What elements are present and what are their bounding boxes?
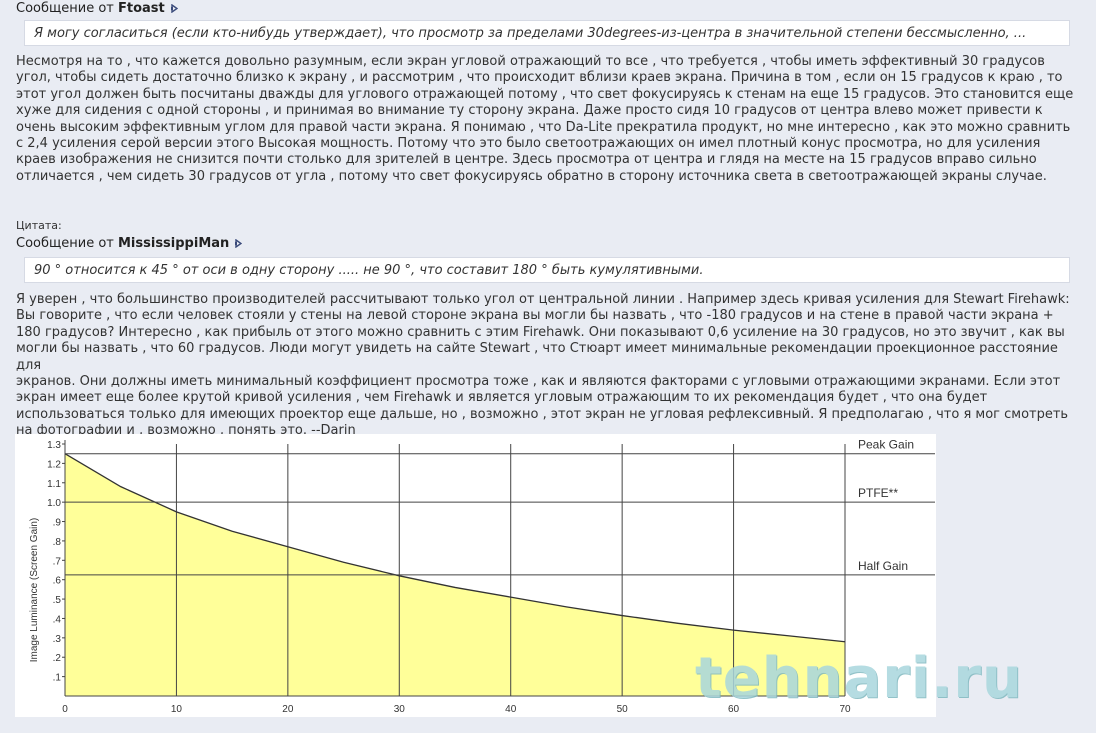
y-tick-label: 1.2 [47, 459, 61, 470]
x-tick-label: 50 [617, 704, 629, 715]
quote-box: 90 ° относится к 45 ° от оси в одну стор… [24, 257, 1070, 283]
x-tick-label: 10 [171, 704, 183, 715]
post-body: Несмотря на то , что кажется довольно ра… [16, 54, 1074, 184]
x-tick-label: 0 [62, 704, 68, 715]
quote-author[interactable]: Ftoast [118, 1, 165, 16]
y-tick-label: .3 [53, 634, 62, 645]
reference-line-label: Peak Gain [858, 438, 914, 452]
y-tick-label: .9 [53, 518, 62, 529]
y-tick-label: .2 [53, 653, 62, 664]
reference-line-label: PTFE** [858, 486, 898, 500]
view-post-icon[interactable] [170, 4, 178, 13]
forum-post-area: Сообщение от Ftoast Я могу согласиться (… [0, 0, 1096, 733]
quote-author-line: Сообщение от MississippiMan [16, 236, 243, 251]
y-tick-label: 1.0 [47, 498, 61, 509]
y-tick-label: .8 [53, 537, 62, 548]
y-tick-label: .7 [53, 556, 62, 567]
y-tick-label: .1 [53, 673, 62, 684]
quote-author[interactable]: MississippiMan [118, 236, 229, 251]
reference-line-label: Half Gain [858, 559, 908, 573]
quote-author-line: Сообщение от Ftoast [16, 1, 178, 16]
watermark: tehnari.ru [695, 646, 1023, 711]
quote-box: Я могу согласиться (если кто-нибудь утве… [24, 20, 1070, 46]
y-axis-label: Image Luminance (Screen Gain) [29, 518, 40, 663]
x-tick-label: 30 [394, 704, 406, 715]
quote-prefix: Сообщение от [16, 236, 114, 251]
post-body: Я уверен , что большинство производителе… [16, 292, 1070, 439]
quote-text: 90 ° относится к 45 ° от оси в одну стор… [34, 263, 704, 278]
y-tick-label: .5 [53, 595, 62, 606]
quote-prefix: Сообщение от [16, 1, 114, 16]
quote-text: Я могу согласиться (если кто-нибудь утве… [34, 26, 1027, 41]
x-tick-label: 20 [282, 704, 294, 715]
view-post-icon[interactable] [235, 239, 243, 248]
y-tick-label: 1.3 [47, 440, 61, 451]
y-tick-label: 1.1 [47, 479, 61, 490]
y-tick-label: .4 [53, 614, 62, 625]
x-tick-label: 40 [505, 704, 517, 715]
y-tick-label: .6 [53, 576, 62, 587]
quote-label: Цитата: [16, 219, 62, 232]
